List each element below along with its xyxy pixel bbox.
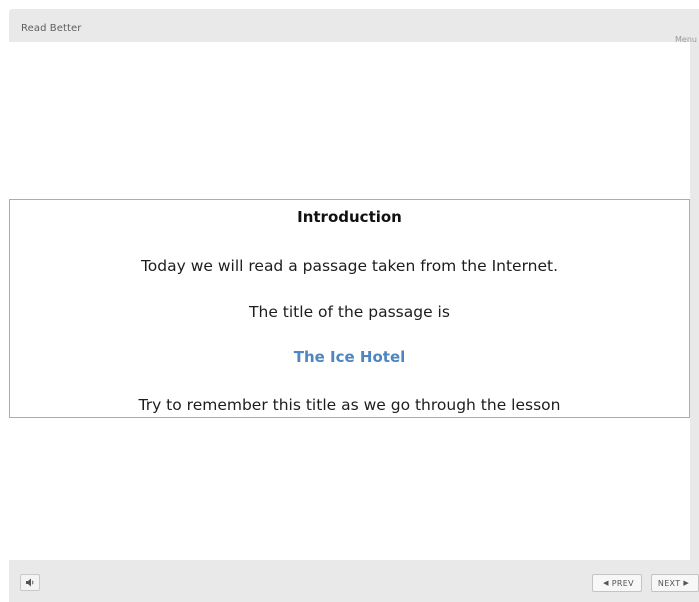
prev-button[interactable]: ◀ PREV	[592, 574, 642, 592]
next-button-label: NEXT	[657, 578, 681, 588]
next-button[interactable]: NEXT ▶	[651, 574, 699, 592]
prev-button-label: PREV	[611, 578, 634, 588]
speaker-icon	[26, 578, 34, 587]
intro-content-box: Introduction Today we will read a passag…	[9, 199, 690, 418]
intro-line-3: Try to remember this title as we go thro…	[138, 396, 561, 414]
chevron-left-icon: ◀	[603, 579, 609, 587]
intro-line-2: The title of the passage is	[249, 303, 450, 321]
footer-bar: ◀ PREV NEXT ▶	[9, 560, 699, 602]
intro-line-1: Today we will read a passage taken from …	[140, 257, 559, 275]
app-title: Read Better	[21, 23, 82, 34]
chevron-right-icon: ▶	[683, 579, 690, 587]
passage-title: The Ice Hotel	[293, 348, 406, 366]
slide-heading: Introduction	[297, 208, 402, 226]
audio-button[interactable]	[20, 574, 40, 591]
